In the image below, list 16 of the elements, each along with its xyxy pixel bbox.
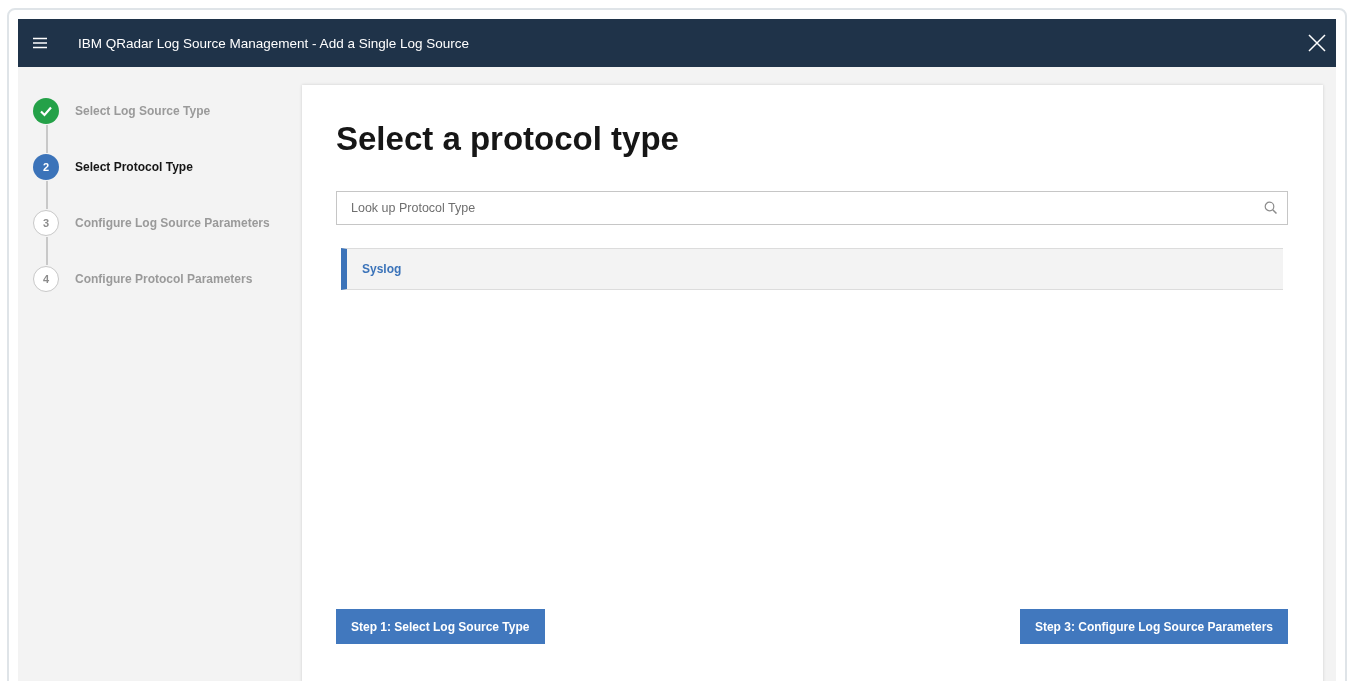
step-label[interactable]: Configure Protocol Parameters: [75, 272, 253, 286]
back-button[interactable]: Step 1: Select Log Source Type: [336, 609, 545, 644]
menu-icon[interactable]: [32, 37, 48, 49]
step-label[interactable]: Select Protocol Type: [75, 160, 193, 174]
window-title: IBM QRadar Log Source Management - Add a Single Log Source: [78, 35, 470, 51]
next-button[interactable]: Step 3: Configure Log Source Parameters: [1019, 609, 1288, 644]
search-field[interactable]: Look up Protocol Type: [336, 191, 1288, 225]
step-label[interactable]: Select Log Source Type: [75, 104, 211, 118]
close-icon[interactable]: [1308, 34, 1326, 52]
page-heading: Select a protocol type: [336, 119, 680, 159]
step-number: 3: [33, 210, 59, 236]
protocol-item[interactable]: Syslog: [341, 248, 1283, 290]
step-label[interactable]: Configure Log Source Parameters: [75, 216, 270, 230]
search-icon: [1264, 201, 1278, 215]
step-number: 4: [33, 266, 59, 292]
step-number: 2: [33, 154, 59, 180]
